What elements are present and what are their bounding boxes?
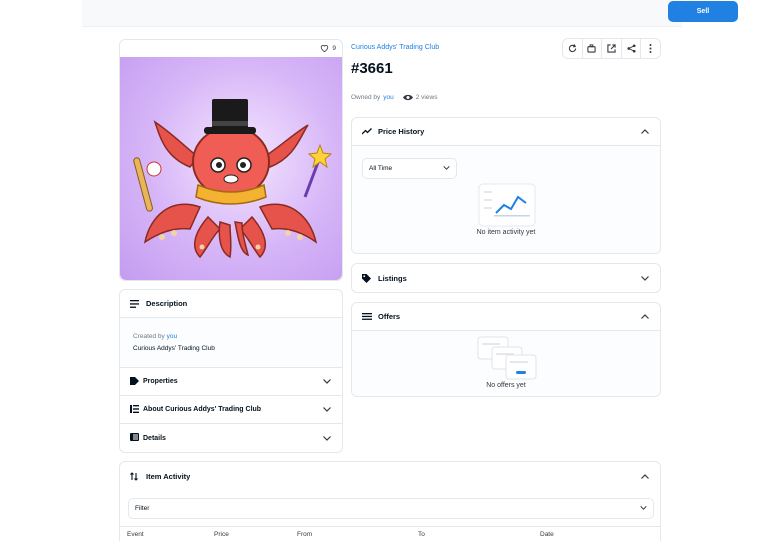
chevron-up-icon bbox=[640, 471, 650, 481]
offers-header[interactable]: Offers bbox=[352, 303, 660, 331]
listings-header[interactable]: Listings bbox=[352, 264, 660, 292]
token-title: #3661 bbox=[351, 60, 393, 77]
offers-body: No offers yet bbox=[352, 331, 660, 396]
views-count: 2 views bbox=[415, 94, 438, 101]
about-section[interactable]: About Curious Addys' Trading Club bbox=[120, 396, 342, 424]
chevron-down-icon bbox=[322, 433, 332, 443]
column-from: From bbox=[297, 531, 313, 538]
item-activity-panel: Item Activity Filter Event Price From To… bbox=[119, 461, 661, 541]
activity-sort-icon bbox=[130, 471, 142, 481]
more-icon[interactable] bbox=[641, 39, 660, 58]
properties-section[interactable]: Properties bbox=[120, 368, 342, 396]
eye-icon bbox=[402, 94, 413, 101]
sell-button[interactable]: Sell bbox=[668, 1, 738, 22]
description-lines-icon bbox=[130, 299, 142, 308]
price-history-icon bbox=[362, 128, 374, 135]
details-section[interactable]: Details bbox=[120, 424, 342, 452]
no-activity-text: No item activity yet bbox=[476, 229, 536, 236]
price-history-title: Price History bbox=[378, 127, 425, 136]
chevron-up-icon bbox=[640, 127, 650, 137]
price-history-panel: Price History All Time No item activity … bbox=[351, 117, 661, 254]
empty-offers-illustration bbox=[477, 336, 537, 380]
no-offers-text: No offers yet bbox=[486, 382, 526, 389]
description-body: Created by you Curious Addys' Trading Cl… bbox=[120, 318, 342, 368]
chevron-down-icon bbox=[640, 273, 650, 283]
favorite-bar: 9 bbox=[120, 40, 342, 57]
column-to: To bbox=[418, 531, 425, 538]
filter-placeholder: Filter bbox=[135, 505, 150, 512]
owned-by-label: Owned by bbox=[351, 94, 381, 101]
description-text: Curious Addys' Trading Club bbox=[133, 345, 215, 352]
offers-list-icon bbox=[362, 313, 374, 320]
about-icon bbox=[130, 404, 143, 415]
chevron-up-icon bbox=[640, 312, 650, 322]
owner-info: Owned by you 2 views bbox=[351, 94, 437, 101]
transfer-icon[interactable] bbox=[583, 39, 603, 58]
column-event: Event bbox=[127, 531, 144, 538]
creator-link[interactable]: you bbox=[167, 333, 177, 340]
description-title: Description bbox=[146, 299, 188, 308]
properties-label: Properties bbox=[143, 378, 178, 385]
chevron-down-icon bbox=[443, 165, 450, 172]
external-link-icon[interactable] bbox=[602, 39, 622, 58]
description-header[interactable]: Description bbox=[120, 290, 342, 318]
properties-tag-icon bbox=[130, 376, 143, 387]
about-label: About Curious Addys' Trading Club bbox=[143, 406, 262, 413]
listings-panel[interactable]: Listings bbox=[351, 263, 661, 293]
description-panel: Description Created by you Curious Addys… bbox=[119, 289, 343, 453]
owner-link[interactable]: you bbox=[383, 94, 393, 101]
activity-filter-select[interactable]: Filter bbox=[128, 498, 654, 519]
chevron-down-icon bbox=[640, 505, 647, 512]
chevron-down-icon bbox=[322, 377, 332, 387]
nft-artwork[interactable] bbox=[120, 57, 342, 280]
item-activity-title: Item Activity bbox=[146, 471, 191, 481]
favorite-count: 9 bbox=[332, 45, 336, 52]
top-bar: Sell bbox=[82, 0, 738, 27]
item-actions-toolbar bbox=[562, 38, 661, 59]
offers-panel: Offers No offers yet bbox=[351, 302, 661, 397]
price-history-body: All Time No item activity yet bbox=[352, 146, 660, 253]
empty-chart-illustration bbox=[478, 183, 536, 227]
activity-table-header: Event Price From To Date bbox=[120, 526, 660, 540]
listings-tag-icon bbox=[362, 273, 374, 283]
heart-icon[interactable] bbox=[320, 44, 329, 54]
item-activity-header[interactable]: Item Activity bbox=[120, 462, 660, 490]
share-icon[interactable] bbox=[622, 39, 642, 58]
column-price: Price bbox=[214, 531, 229, 538]
time-range-select[interactable]: All Time bbox=[362, 158, 457, 179]
collection-link[interactable]: Curious Addys' Trading Club bbox=[351, 44, 439, 51]
chevron-down-icon bbox=[322, 405, 332, 415]
details-icon bbox=[130, 433, 143, 443]
listings-title: Listings bbox=[378, 273, 407, 283]
refresh-icon[interactable] bbox=[563, 39, 583, 58]
price-history-header[interactable]: Price History bbox=[352, 118, 660, 146]
time-range-value: All Time bbox=[369, 165, 393, 172]
column-date: Date bbox=[540, 531, 554, 538]
nft-image-card: 9 bbox=[119, 39, 343, 281]
created-by-label: Created by bbox=[133, 333, 165, 340]
offers-title: Offers bbox=[378, 312, 401, 321]
details-label: Details bbox=[143, 434, 166, 442]
